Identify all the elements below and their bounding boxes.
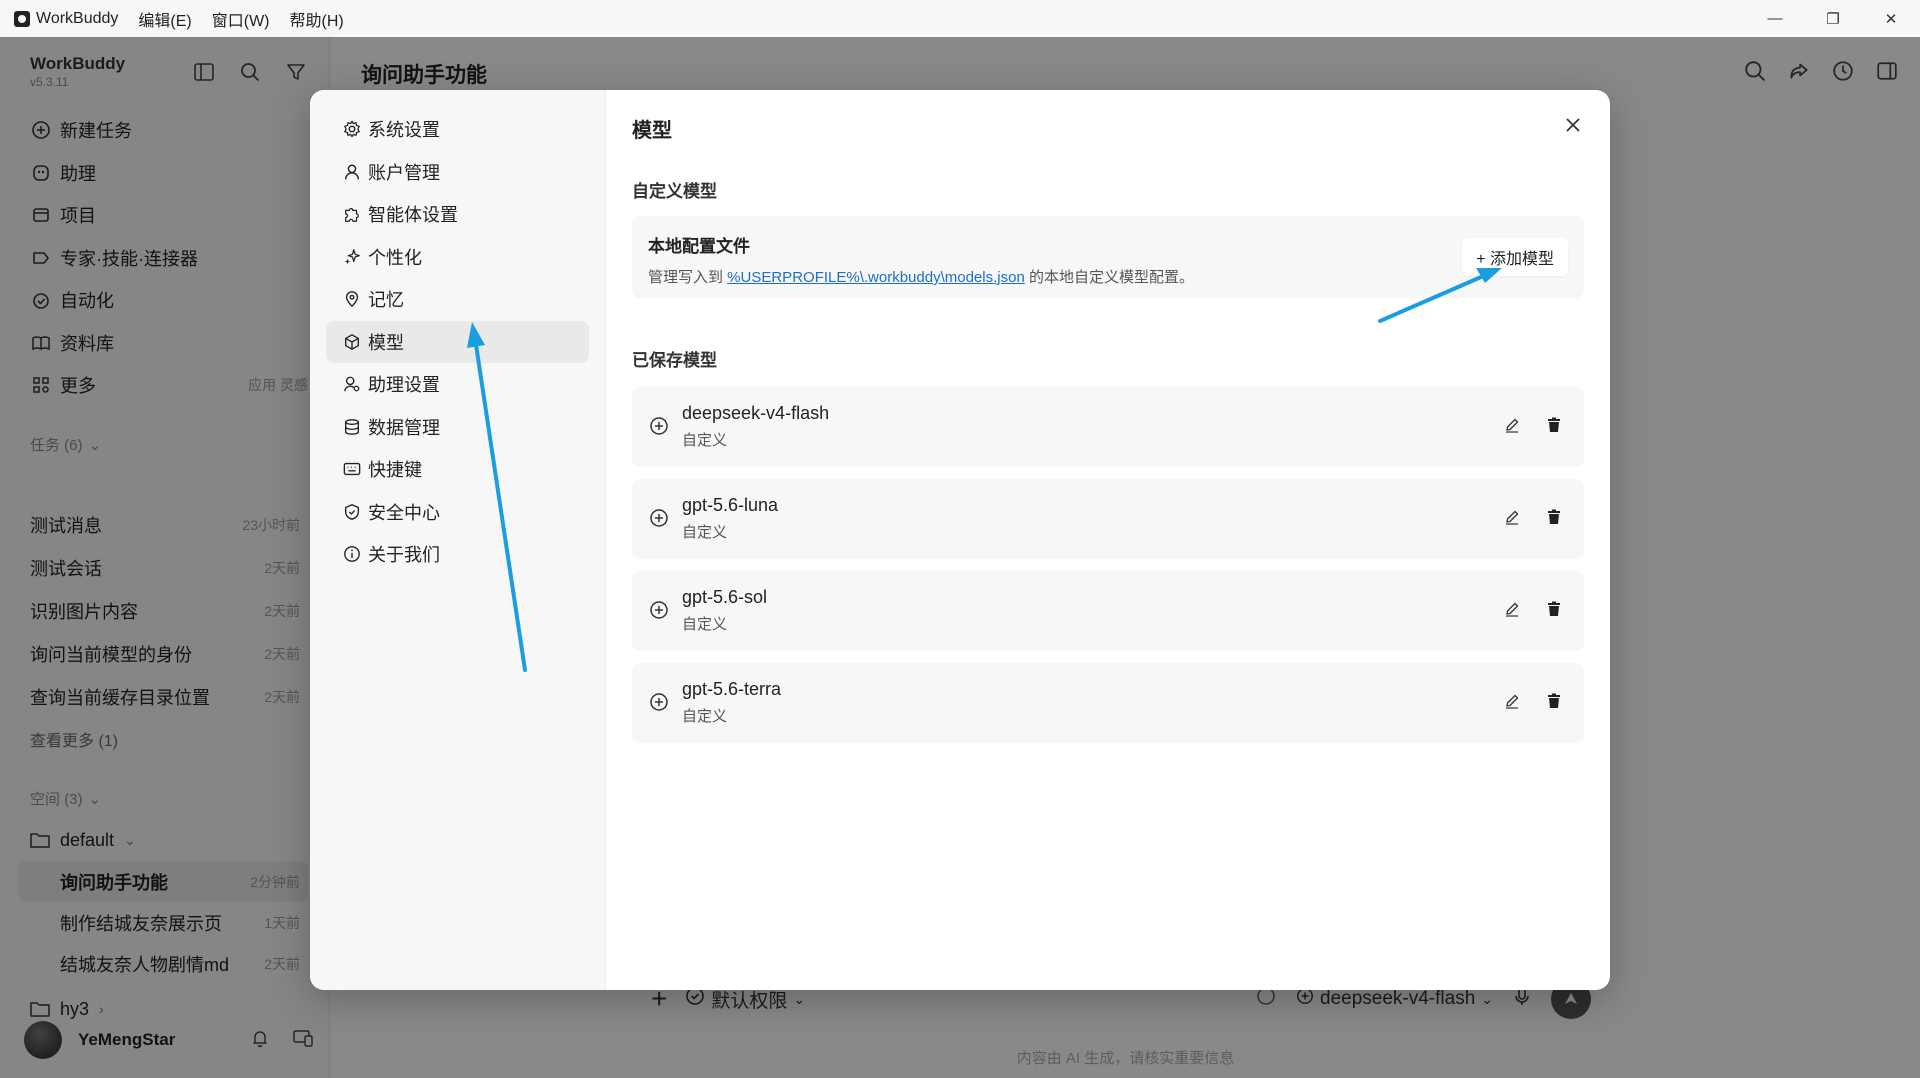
model-name: gpt-5.6-sol	[682, 587, 768, 607]
edit-icon[interactable]	[1502, 415, 1522, 435]
settings-nav-label: 快捷键	[368, 460, 422, 481]
edit-icon[interactable]	[1502, 507, 1522, 527]
minimize-button[interactable]: —	[1746, 0, 1804, 37]
settings-section-title: 模型	[632, 120, 672, 142]
cube-icon	[342, 332, 362, 352]
saved-models-heading: 已保存模型	[632, 351, 717, 370]
settings-nav-account[interactable]: 账户管理	[326, 151, 589, 194]
sparkle-icon	[342, 247, 362, 267]
config-description: 管理写入到 %USERPROFILE%\.workbuddy\models.js…	[648, 266, 1568, 287]
menu-window[interactable]: 窗口(W)	[212, 7, 270, 31]
plus-circle-icon[interactable]	[648, 507, 670, 529]
plus-circle-icon[interactable]	[648, 691, 670, 713]
settings-nav-data[interactable]: 数据管理	[326, 406, 589, 449]
info-icon	[342, 544, 362, 564]
memory-icon	[342, 289, 362, 309]
assistant-settings-icon	[342, 374, 362, 394]
settings-nav-label: 关于我们	[368, 545, 440, 566]
settings-nav-security[interactable]: 安全中心	[326, 491, 589, 534]
settings-nav-assistant[interactable]: 助理设置	[326, 363, 589, 406]
settings-nav-label: 模型	[368, 332, 404, 353]
config-title: 本地配置文件	[648, 237, 750, 256]
menu-edit[interactable]: 编辑(E)	[138, 7, 191, 31]
settings-nav-about[interactable]: 关于我们	[326, 533, 589, 576]
settings-nav: 系统设置 账户管理 智能体设置 个性化 记忆 模型 助理设置 数据管理 快捷键 …	[310, 90, 606, 990]
settings-nav-label: 系统设置	[368, 120, 440, 141]
settings-nav-personalize[interactable]: 个性化	[326, 236, 589, 279]
settings-nav-model[interactable]: 模型	[326, 320, 589, 363]
settings-modal: 系统设置 账户管理 智能体设置 个性化 记忆 模型 助理设置 数据管理 快捷键 …	[310, 90, 1610, 990]
model-tag: 自定义	[682, 708, 728, 725]
close-icon	[1566, 118, 1580, 132]
settings-nav-label: 安全中心	[368, 502, 440, 523]
title-bar: WorkBuddy 编辑(E) 窗口(W) 帮助(H) — ❐ ✕	[0, 0, 1920, 37]
edit-icon[interactable]	[1502, 691, 1522, 711]
config-path-link[interactable]: %USERPROFILE%\.workbuddy\models.json	[727, 269, 1025, 286]
settings-nav-system[interactable]: 系统设置	[326, 108, 589, 151]
app-name: WorkBuddy	[36, 9, 119, 27]
model-card[interactable]: deepseek-v4-flash 自定义	[632, 387, 1584, 467]
model-card[interactable]: gpt-5.6-luna 自定义	[632, 479, 1584, 559]
saved-model-list: deepseek-v4-flash 自定义 gpt-5.6-luna 自定义 g…	[632, 387, 1584, 743]
menu-help[interactable]: 帮助(H)	[290, 7, 344, 31]
gear-icon	[342, 119, 362, 139]
model-name: gpt-5.6-terra	[682, 679, 782, 699]
model-name: gpt-5.6-luna	[682, 495, 779, 515]
puzzle-icon	[342, 204, 362, 224]
database-icon	[342, 417, 362, 437]
plus-circle-icon[interactable]	[648, 415, 670, 437]
trash-icon[interactable]	[1544, 691, 1564, 711]
local-config-card: 本地配置文件 管理写入到 %USERPROFILE%\.workbuddy\mo…	[632, 216, 1584, 298]
settings-nav-shortcuts[interactable]: 快捷键	[326, 448, 589, 491]
model-card[interactable]: gpt-5.6-sol 自定义	[632, 571, 1584, 651]
model-tag: 自定义	[682, 616, 728, 633]
close-modal-button[interactable]	[1562, 114, 1584, 136]
config-desc-prefix: 管理写入到	[648, 269, 728, 286]
trash-icon[interactable]	[1544, 507, 1564, 527]
model-tag: 自定义	[682, 432, 728, 449]
user-icon	[342, 162, 362, 182]
close-window-button[interactable]: ✕	[1862, 0, 1920, 37]
settings-nav-label: 账户管理	[368, 162, 440, 183]
edit-icon[interactable]	[1502, 599, 1522, 619]
keyboard-icon	[342, 459, 362, 479]
model-tag: 自定义	[682, 524, 728, 541]
custom-model-heading: 自定义模型	[632, 182, 717, 201]
settings-nav-label: 助理设置	[368, 375, 440, 396]
settings-nav-label: 个性化	[368, 247, 422, 268]
settings-content: 模型 自定义模型 本地配置文件 管理写入到 %USERPROFILE%\.wor…	[606, 90, 1610, 990]
settings-nav-memory[interactable]: 记忆	[326, 278, 589, 321]
model-name: deepseek-v4-flash	[682, 403, 830, 423]
config-desc-suffix: 的本地自定义模型配置。	[1024, 269, 1194, 286]
shield-icon	[342, 502, 362, 522]
add-model-button[interactable]: + 添加模型	[1462, 238, 1568, 276]
trash-icon[interactable]	[1544, 415, 1564, 435]
trash-icon[interactable]	[1544, 599, 1564, 619]
app-logo-icon	[14, 10, 30, 27]
settings-nav-label: 数据管理	[368, 417, 440, 438]
settings-nav-label: 记忆	[368, 290, 404, 311]
model-card[interactable]: gpt-5.6-terra 自定义	[632, 663, 1584, 743]
restore-button[interactable]: ❐	[1804, 0, 1862, 37]
plus-circle-icon[interactable]	[648, 599, 670, 621]
settings-nav-agent[interactable]: 智能体设置	[326, 193, 589, 236]
settings-nav-label: 智能体设置	[368, 205, 458, 226]
